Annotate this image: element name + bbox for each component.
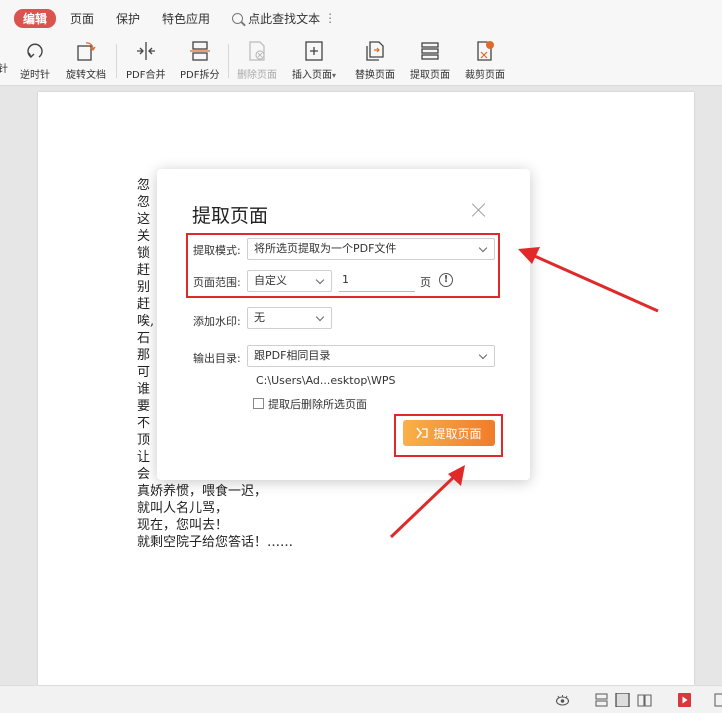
tool-pdf-merge-label: PDF合并: [126, 70, 166, 81]
search-box[interactable]: 点此查找文本 ⋮: [232, 10, 336, 27]
tool-pdf-merge[interactable]: PDF合并: [126, 40, 165, 81]
watermark-select[interactable]: 无: [247, 307, 332, 329]
tool-delete-page[interactable]: 删除页面: [237, 40, 277, 81]
play-icon[interactable]: [677, 693, 692, 707]
insert-page-icon: [305, 41, 323, 61]
status-bar: [0, 685, 722, 713]
annotation-box-button: [394, 414, 503, 457]
more-icon[interactable]: ⋮: [324, 11, 336, 25]
toolbar-separator: [228, 44, 229, 78]
tool-pdf-split-label: PDF拆分: [180, 70, 220, 81]
split-icon: [189, 41, 210, 61]
toolbar: 针 逆时针 旋转文档 PDF合并 PDF拆分 删除页面 插入页面▾ 替换页面 提…: [0, 36, 722, 86]
tool-replace-page[interactable]: 替换页面: [355, 40, 395, 81]
tool-extract-page[interactable]: 提取页面: [410, 40, 450, 81]
eye-icon[interactable]: [555, 693, 570, 707]
text-line: 就叫人名儿骂，: [137, 501, 229, 516]
continuous-view-icon[interactable]: [594, 693, 609, 707]
fullscreen-icon[interactable]: [714, 693, 722, 707]
output-value: 跟PDF相同目录: [254, 349, 331, 362]
search-label: 点此查找文本: [248, 11, 321, 26]
delete-after-extract-label[interactable]: 提取后删除所选页面: [268, 396, 367, 412]
tool-partial-label: 针: [0, 64, 8, 75]
close-icon[interactable]: [472, 203, 486, 217]
annotation-box-settings: [186, 233, 500, 298]
delete-page-icon: [249, 41, 265, 61]
tool-rotate-ccw[interactable]: 逆时针: [20, 40, 50, 81]
search-icon: [232, 12, 244, 24]
output-label: 输出目录:: [193, 352, 241, 365]
menu-bar: 编辑 页面 保护 特色应用 点此查找文本 ⋮: [0, 0, 722, 36]
menu-features[interactable]: 特色应用: [162, 10, 210, 27]
merge-icon: [136, 42, 155, 60]
tool-rotate-doc[interactable]: 旋转文档: [66, 40, 106, 81]
dialog-title: 提取页面: [192, 205, 269, 227]
tool-insert-page-label: 插入页面▾: [292, 70, 337, 81]
rotate-doc-icon: [77, 42, 96, 61]
replace-page-icon: [366, 41, 384, 61]
tool-extract-page-label: 提取页面: [410, 70, 450, 81]
tool-rotate-ccw-label: 逆时针: [20, 70, 50, 81]
tool-rotate-doc-label: 旋转文档: [66, 70, 106, 81]
watermark-label: 添加水印:: [193, 315, 241, 328]
tool-partial[interactable]: 针: [0, 60, 8, 75]
tool-crop-page[interactable]: 裁剪页面: [465, 40, 505, 81]
output-path: C:\Users\Ad...esktop\WPS: [256, 374, 396, 387]
text-line: 现在，您叫去！: [137, 518, 229, 533]
extract-page-icon: [421, 42, 439, 60]
menu-edit[interactable]: 编辑: [14, 8, 57, 28]
crop-page-icon: [477, 41, 494, 61]
text-line: 就剩空院子给您答话！……: [137, 535, 294, 550]
rotate-ccw-icon: [27, 43, 43, 59]
watermark-value: 无: [254, 311, 265, 324]
toolbar-separator: [116, 44, 117, 78]
single-page-view-icon[interactable]: [615, 693, 630, 707]
menu-protect[interactable]: 保护: [116, 10, 140, 27]
text-line: 真娇养惯，喂食一迟，: [137, 484, 268, 499]
tool-delete-page-label: 删除页面: [237, 70, 277, 81]
tool-crop-page-label: 裁剪页面: [465, 70, 505, 81]
book-view-icon[interactable]: [637, 693, 652, 707]
tool-pdf-split[interactable]: PDF拆分: [180, 40, 219, 81]
chevron-down-icon: [478, 350, 488, 360]
menu-page[interactable]: 页面: [70, 10, 94, 27]
chevron-down-icon: ▾: [332, 71, 337, 80]
tool-insert-page[interactable]: 插入页面▾: [292, 40, 336, 81]
delete-after-extract-checkbox[interactable]: [253, 398, 264, 409]
output-select[interactable]: 跟PDF相同目录: [247, 345, 495, 367]
tool-replace-page-label: 替换页面: [355, 70, 395, 81]
chevron-down-icon: [315, 312, 325, 322]
